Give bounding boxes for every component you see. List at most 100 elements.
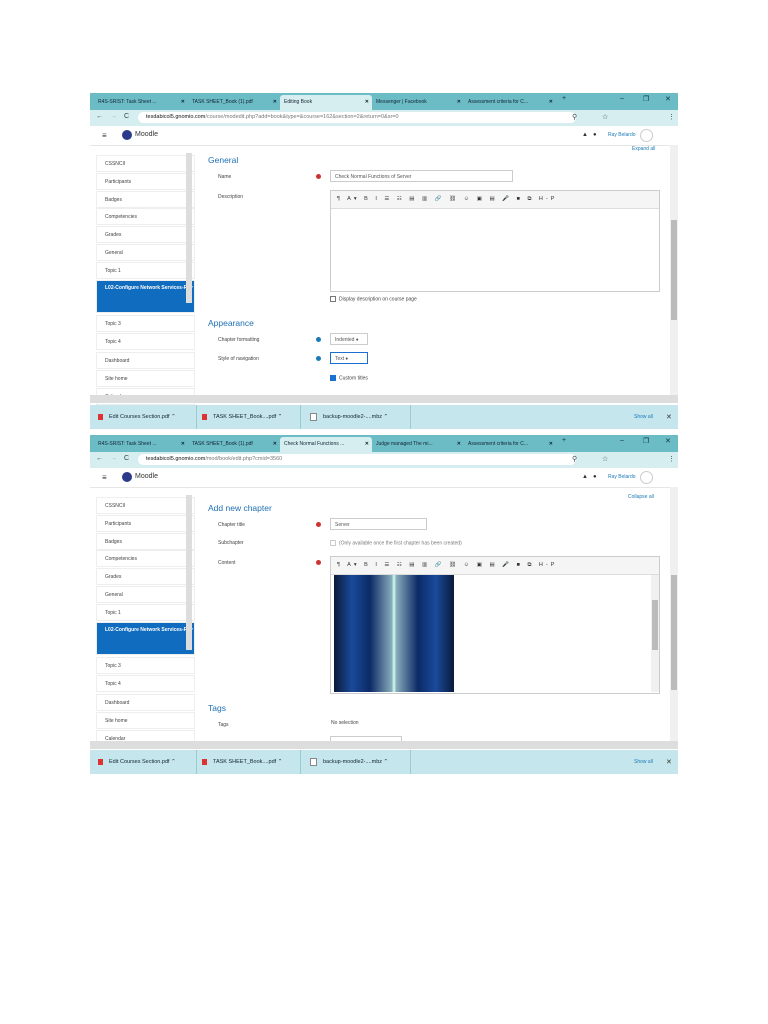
tab[interactable]: Assessment criteria for C... ✕ (464, 437, 556, 452)
section-heading-general[interactable]: General (208, 155, 238, 165)
horizontal-scrollbar[interactable] (90, 395, 678, 403)
close-icon[interactable]: ✕ (666, 758, 672, 766)
hamburger-icon[interactable]: ≡ (102, 473, 107, 482)
sidebar-item[interactable]: Dashboard (96, 694, 195, 711)
collapse-all-link[interactable]: Collapse all (628, 494, 654, 500)
close-icon[interactable]: ✕ (457, 95, 461, 110)
download-item[interactable]: Edit Courses Section.pdf ⌃ (98, 405, 197, 429)
forward-icon[interactable]: → (110, 455, 117, 462)
close-icon[interactable]: ✕ (666, 413, 672, 421)
name-input[interactable]: Check Normal Functions of Server (330, 170, 513, 182)
section-heading-add-chapter[interactable]: Add new chapter (208, 503, 272, 513)
sidebar-item[interactable]: Competencies (96, 550, 195, 567)
help-icon[interactable] (316, 356, 321, 361)
download-item[interactable]: backup-moodle2-....mbz ⌃ (310, 750, 411, 774)
checkbox[interactable] (330, 296, 336, 302)
sidebar-item[interactable]: Topic 4 (96, 675, 195, 692)
show-all-link[interactable]: Show all (634, 414, 653, 420)
moodle-logo-icon[interactable] (122, 130, 132, 140)
user-name[interactable]: Ray Belardo (608, 132, 636, 138)
minimize-icon[interactable]: – (620, 95, 624, 102)
new-tab-icon[interactable]: + (562, 95, 566, 102)
close-icon[interactable]: ✕ (549, 437, 553, 452)
checkbox[interactable] (330, 540, 336, 546)
editor-toolbar[interactable]: ¶ A▾ B I ☰ ☷ ▤ ▥ 🔗 ⛓ ☺ ▣ ▤ 🎤 ■ ⧉ H-P (331, 191, 659, 209)
back-icon[interactable]: ← (96, 455, 103, 462)
forward-icon[interactable]: → (110, 113, 117, 120)
editor-toolbar[interactable]: ¶ A▾ B I ☰ ☷ ▤ ▥ 🔗 ⛓ ☺ ▣ ▤ 🎤 ■ ⧉ H-P (331, 557, 659, 575)
reload-icon[interactable]: C (124, 455, 129, 462)
sidebar-item-selected[interactable]: L02-Configure Network Services-Ray (96, 280, 195, 313)
chapter-title-input[interactable]: Server (330, 518, 427, 530)
sidebar-item[interactable]: Grades (96, 226, 195, 243)
help-icon[interactable] (316, 337, 321, 342)
star-icon[interactable]: ☆ (602, 455, 608, 463)
close-icon[interactable]: ✕ (273, 95, 277, 110)
sidebar-scrollbar[interactable] (186, 153, 192, 303)
close-icon[interactable]: ✕ (181, 437, 185, 452)
sidebar-item[interactable]: General (96, 244, 195, 261)
close-window-icon[interactable]: ✕ (665, 95, 671, 103)
messages-icon[interactable]: ● (593, 474, 597, 480)
sidebar-item[interactable]: CSSNCII (96, 497, 195, 514)
sidebar-item[interactable]: Competencies (96, 208, 195, 225)
sidebar-item[interactable]: Topic 3 (96, 315, 195, 332)
close-icon[interactable]: ✕ (457, 437, 461, 452)
tab[interactable]: Messenger | Facebook ✕ (372, 95, 464, 110)
sidebar-item[interactable]: Dashboard (96, 352, 195, 369)
tab[interactable]: Assessment criteria for C... ✕ (464, 95, 556, 110)
sidebar-item[interactable]: Grades (96, 568, 195, 585)
section-heading-appearance[interactable]: Appearance (208, 318, 254, 328)
download-item[interactable]: TASK SHEET_Book....pdf ⌃ (202, 405, 301, 429)
close-window-icon[interactable]: ✕ (665, 437, 671, 445)
tab[interactable]: TASK SHEET_Book (1).pdf ✕ (188, 95, 280, 110)
description-editor[interactable]: ¶ A▾ B I ☰ ☷ ▤ ▥ 🔗 ⛓ ☺ ▣ ▤ 🎤 ■ ⧉ H-P (330, 190, 660, 292)
hamburger-icon[interactable]: ≡ (102, 131, 107, 140)
new-tab-icon[interactable]: + (562, 437, 566, 444)
download-item[interactable]: TASK SHEET_Book....pdf ⌃ (202, 750, 301, 774)
show-all-link[interactable]: Show all (634, 759, 653, 765)
tab[interactable]: Judge managed The mi... ✕ (372, 437, 464, 452)
sidebar-item[interactable]: Topic 3 (96, 657, 195, 674)
user-name[interactable]: Ray Belardo (608, 474, 636, 480)
messages-icon[interactable]: ● (593, 132, 597, 138)
moodle-logo-icon[interactable] (122, 472, 132, 482)
url-input[interactable]: tesdabicol5.gnomio.com/course/modedit.ph… (138, 112, 576, 123)
download-item[interactable]: backup-moodle2-....mbz ⌃ (310, 405, 411, 429)
close-icon[interactable]: ✕ (365, 95, 369, 110)
brand[interactable]: Moodle (135, 473, 158, 480)
notification-icon[interactable]: ▲ (582, 474, 588, 480)
navigation-style-select[interactable]: Text ♦ (330, 352, 368, 364)
minimize-icon[interactable]: – (620, 437, 624, 444)
subchapter-checkbox[interactable]: (Only available once the first chapter h… (330, 540, 462, 546)
checkbox[interactable] (330, 375, 336, 381)
tab[interactable]: R4S-SRIST: Task Sheet ... ✕ (94, 95, 188, 110)
sidebar-item[interactable]: Topic 4 (96, 333, 195, 350)
sidebar-item[interactable]: Participants (96, 173, 195, 190)
download-item[interactable]: Edit Courses Section.pdf ⌃ (98, 750, 197, 774)
sidebar-item[interactable]: CSSNCII (96, 155, 195, 172)
server-room-image[interactable] (334, 575, 454, 692)
sidebar-item[interactable]: Topic 1 (96, 262, 195, 279)
editor-scrollbar[interactable] (651, 575, 659, 692)
close-icon[interactable]: ✕ (181, 95, 185, 110)
zoom-icon[interactable]: ⚲ (572, 455, 577, 463)
menu-dots-icon[interactable]: ⋮ (668, 113, 675, 121)
chapter-formatting-select[interactable]: Indented ♦ (330, 333, 368, 345)
sidebar-item[interactable]: Badges (96, 533, 195, 550)
sidebar-item[interactable]: Participants (96, 515, 195, 532)
url-input[interactable]: tesdabicol5.gnomio.com/mod/book/edit.php… (138, 454, 576, 465)
sidebar-scrollbar[interactable] (186, 495, 192, 650)
menu-dots-icon[interactable]: ⋮ (668, 455, 675, 463)
zoom-icon[interactable]: ⚲ (572, 113, 577, 121)
maximize-icon[interactable]: ❐ (643, 95, 649, 103)
sidebar-item[interactable]: Site home (96, 370, 195, 387)
sidebar-item[interactable]: Site home (96, 712, 195, 729)
tab[interactable]: R4S-SRIST: Task Sheet ... ✕ (94, 437, 188, 452)
section-heading-tags[interactable]: Tags (208, 703, 226, 713)
tab-active[interactable]: Check Normal Functions ... ✕ (280, 437, 372, 452)
custom-titles-checkbox[interactable]: Custom titles (330, 375, 368, 381)
tab[interactable]: TASK SHEET_Book (1).pdf ✕ (188, 437, 280, 452)
horizontal-scrollbar[interactable] (90, 741, 678, 749)
expand-all-link[interactable]: Expand all (632, 146, 655, 152)
